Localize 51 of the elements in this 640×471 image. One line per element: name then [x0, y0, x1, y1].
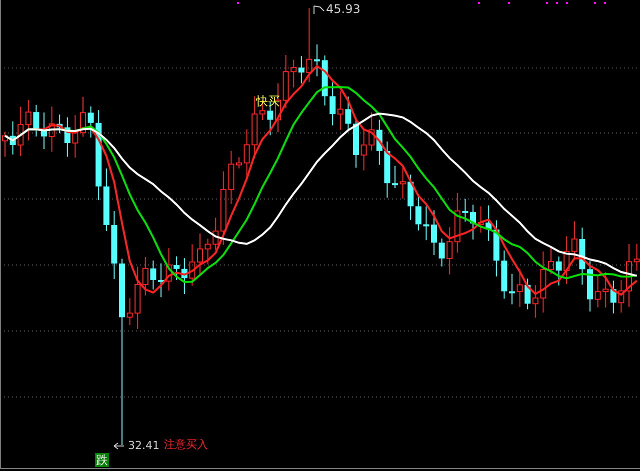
candlestick [634, 243, 640, 272]
candlestick [548, 247, 554, 274]
candlestick [423, 206, 430, 241]
candlestick [438, 238, 445, 267]
candlestick [158, 262, 164, 298]
candlestick [594, 274, 601, 308]
candlestick [462, 198, 468, 222]
candlestick [626, 244, 632, 308]
candlestick [360, 128, 367, 171]
buy-attention-label: 注意买入 [164, 438, 208, 452]
candlestick [126, 298, 133, 326]
candlestick [72, 114, 78, 158]
candlestick [33, 104, 40, 137]
candlestick [314, 44, 320, 77]
candlestick [478, 206, 484, 234]
candlestick [501, 250, 508, 300]
candlestick [516, 268, 523, 308]
candlestick [166, 248, 172, 291]
candlestick [470, 204, 476, 240]
candlestick [150, 260, 156, 290]
low-price-label: 32.41 [128, 439, 160, 452]
candlestick [392, 165, 398, 189]
candlestick [2, 131, 8, 158]
high-price-label: 45.93 [326, 2, 360, 16]
candlestick [228, 150, 234, 205]
candlestick [322, 54, 328, 106]
candlestick [189, 244, 196, 286]
candlestick [587, 260, 593, 312]
candlestick [236, 156, 242, 169]
arrow-icon [114, 442, 124, 450]
candlestick [384, 141, 390, 198]
candlestick [48, 106, 55, 152]
candlestick [282, 54, 289, 109]
candlestick [400, 165, 406, 200]
fall-badge: 跌 [95, 453, 109, 467]
candlestick [540, 251, 546, 313]
candlestick [10, 120, 16, 155]
candlestick [345, 96, 352, 132]
candlestick [204, 238, 211, 265]
candlestick [431, 210, 437, 256]
candlestick [579, 227, 586, 286]
candlestick [618, 280, 624, 313]
candlestick [88, 106, 94, 138]
candlestick [244, 128, 250, 178]
candlestick [111, 210, 118, 280]
candlestick [556, 256, 562, 286]
candlestick [80, 96, 86, 138]
flag-icon [314, 6, 324, 14]
candlestick [41, 112, 47, 150]
candlestick [197, 233, 203, 276]
candlestick [509, 273, 515, 305]
